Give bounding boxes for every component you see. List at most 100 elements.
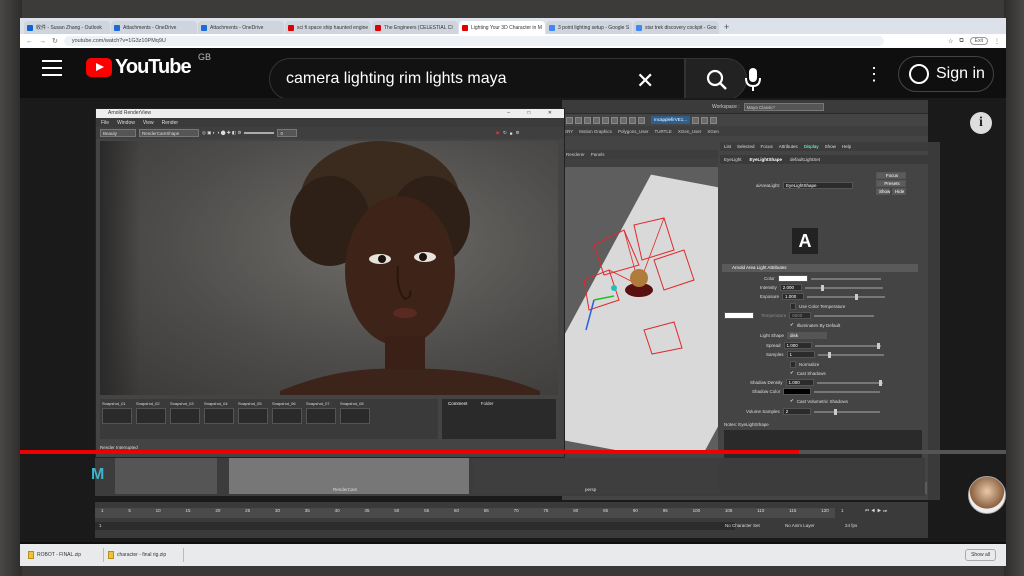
- snapshot[interactable]: Snapshot_04: [204, 401, 238, 424]
- tool-icon[interactable]: [701, 116, 709, 124]
- attr-menu-item[interactable]: Help: [842, 144, 851, 149]
- download-item[interactable]: character - final rig.zip: [104, 548, 184, 562]
- range-slider[interactable]: 1: [95, 522, 735, 530]
- download-item[interactable]: ROBOT - FINAL.zip: [24, 548, 104, 562]
- shelf-tab[interactable]: Motion Graphics: [579, 129, 612, 134]
- shadow-color-swatch[interactable]: [783, 388, 812, 395]
- snapshot[interactable]: Snapshot_05: [238, 401, 272, 424]
- folder-tab[interactable]: Folder: [481, 401, 494, 406]
- sign-in-button[interactable]: Sign in: [898, 56, 994, 92]
- rv-menu-window[interactable]: Window: [117, 120, 135, 126]
- tool-icon[interactable]: [593, 116, 600, 124]
- channel-dropdown[interactable]: Beauty: [100, 129, 136, 137]
- playback-controls[interactable]: ⏮◀▶⏭: [865, 508, 889, 513]
- hide-button[interactable]: Hide: [892, 188, 906, 195]
- shelf-tab[interactable]: ERY: [564, 129, 573, 134]
- refresh-icon[interactable]: ↻: [503, 130, 507, 136]
- snapshot[interactable]: Snapshot_06: [272, 401, 306, 424]
- rv-menu-file[interactable]: File: [101, 120, 109, 126]
- rv-tool-icons[interactable]: ◎ ▣ ◐ ◑ ⬤ ✚ ◧ ⚙: [202, 130, 241, 136]
- channel-avatar[interactable]: [968, 476, 1006, 514]
- info-icon[interactable]: i: [970, 112, 992, 134]
- browser-tab[interactable]: 3 point lighting setup - Google S: [546, 21, 632, 34]
- use-color-temp-checkbox[interactable]: [790, 303, 796, 310]
- light-shape-dropdown[interactable]: disk: [787, 332, 828, 339]
- tool-icon[interactable]: [692, 116, 700, 124]
- browser-tab-active[interactable]: Lighting Your 3D Character in M: [459, 21, 545, 34]
- arnold-area-light-section[interactable]: Arnold Area Light Attributes: [722, 264, 918, 272]
- snapshot[interactable]: Snapshot_08: [340, 401, 374, 424]
- browser-tab[interactable]: The Engineers (CELESTIAL CI: [372, 21, 458, 34]
- tool-icon[interactable]: [575, 116, 582, 124]
- shelf-tab[interactable]: XGen: [707, 129, 719, 134]
- browser-tab[interactable]: sci fi space ship haunted engine: [285, 21, 371, 34]
- workspace-dropdown[interactable]: Maya Classic*: [743, 102, 824, 111]
- video-player[interactable]: Workspace : Maya Classic* mcapplefirVE1.…: [20, 98, 1006, 542]
- comment-tab[interactable]: Comment: [448, 401, 468, 406]
- spread-slider[interactable]: [814, 342, 881, 349]
- node-name-field[interactable]: EyeLightShape: [783, 182, 854, 189]
- tool-icon[interactable]: [638, 116, 645, 124]
- presets-button[interactable]: Presets: [876, 180, 906, 187]
- extensions-icon[interactable]: ⧉: [959, 38, 963, 45]
- attr-menu-item[interactable]: Attributes: [779, 144, 798, 149]
- browser-tab[interactable]: Attachments - OneDrive: [198, 21, 284, 34]
- browser-tab[interactable]: Attachments - OneDrive: [111, 21, 197, 34]
- tool-icon[interactable]: [710, 116, 718, 124]
- maya-viewport[interactable]: Renderer Panels: [564, 150, 718, 450]
- settings-gear-icon[interactable]: ⚙: [515, 130, 519, 136]
- temperature-field[interactable]: 6500: [789, 312, 812, 319]
- snapshot[interactable]: Snapshot_01: [102, 401, 136, 424]
- maya-side-tabs[interactable]: [928, 142, 940, 500]
- illuminates-checkbox[interactable]: ✔: [790, 322, 794, 328]
- tool-icon[interactable]: [611, 116, 618, 124]
- render-play-icon[interactable]: ▶: [496, 130, 499, 136]
- browser-tab[interactable]: star trek discovery cockpit - Goo: [633, 21, 719, 34]
- back-icon[interactable]: ←: [26, 38, 33, 45]
- stop-icon[interactable]: ■: [510, 131, 513, 136]
- normalize-checkbox[interactable]: [790, 361, 796, 368]
- color-slider[interactable]: [810, 277, 881, 280]
- attr-tab-active[interactable]: EyeLightShape: [750, 157, 783, 162]
- microphone-icon[interactable]: [738, 64, 768, 94]
- shadow-density-slider[interactable]: [816, 379, 883, 386]
- tool-icon[interactable]: [620, 116, 627, 124]
- tool-icon[interactable]: [584, 116, 591, 124]
- shadow-color-slider[interactable]: [814, 390, 881, 393]
- attr-menu-item[interactable]: Display: [804, 144, 819, 149]
- outliner-pane[interactable]: [115, 458, 217, 494]
- exposure-field[interactable]: 0: [277, 129, 298, 137]
- color-swatch[interactable]: [777, 275, 808, 282]
- window-controls[interactable]: – □ ✕: [507, 109, 560, 118]
- focus-button[interactable]: Focus: [876, 172, 906, 179]
- render-image[interactable]: [100, 141, 558, 395]
- exposure-slider[interactable]: [244, 132, 275, 134]
- new-tab-button[interactable]: +: [724, 21, 729, 34]
- show-all-button[interactable]: Show all: [965, 549, 996, 561]
- current-frame-field[interactable]: 1: [841, 508, 844, 513]
- attr-menu-item[interactable]: Focus: [761, 144, 773, 149]
- reload-icon[interactable]: ↻: [52, 37, 58, 45]
- shelf-tab[interactable]: TURTLE: [654, 129, 671, 134]
- address-bar[interactable]: youtube.com/watch?v=1G3z10PMq9U: [63, 36, 884, 46]
- search-input[interactable]: camera lighting rim lights maya: [286, 70, 507, 88]
- exposure-slider[interactable]: [807, 293, 886, 300]
- exposure-field[interactable]: 1.000: [782, 293, 805, 300]
- tool-icon[interactable]: [629, 116, 636, 124]
- attr-menu-item[interactable]: List: [724, 144, 731, 149]
- more-options-icon[interactable]: ⋮: [865, 64, 883, 85]
- intensity-field[interactable]: 2.000: [779, 284, 802, 291]
- temperature-slider[interactable]: [814, 314, 875, 317]
- browser-menu-icon[interactable]: ⋮: [994, 38, 1000, 45]
- browser-tab[interactable]: 收件 - Susan Zhang - Outlook: [24, 21, 110, 34]
- timeline-ticks[interactable]: 1 5 10 15 20 25 30 35 40 45 50 55 60 65 70 75 80 85 90 95 10…: [95, 508, 835, 518]
- attr-tab[interactable]: defaultLightSet: [790, 157, 820, 162]
- hamburger-menu-icon[interactable]: [42, 60, 62, 76]
- tool-icon[interactable]: [566, 116, 573, 124]
- cast-shadows-checkbox[interactable]: ✔: [790, 370, 794, 376]
- camera-dropdown[interactable]: RenderCamShape: [139, 129, 199, 137]
- shelf-tab[interactable]: Polygons_User: [618, 129, 649, 134]
- samples-slider[interactable]: [817, 351, 884, 358]
- youtube-logo[interactable]: YouTube GB: [86, 52, 211, 79]
- bookmark-star-icon[interactable]: ☆: [948, 38, 953, 45]
